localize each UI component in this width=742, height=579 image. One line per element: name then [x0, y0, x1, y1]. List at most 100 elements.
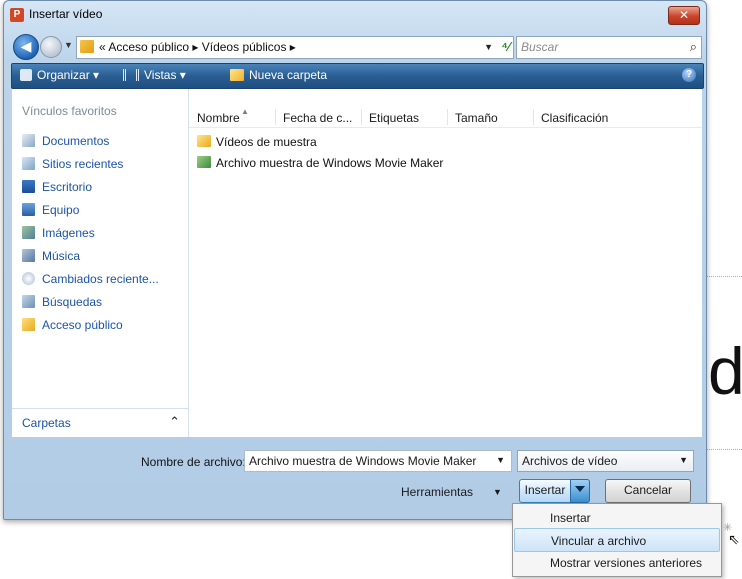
search-input[interactable]: Buscar — [521, 40, 558, 54]
column-divider[interactable] — [275, 109, 276, 125]
menu-item-label: Insertar — [550, 511, 591, 525]
title-bar: P Insertar vídeo ✕ — [4, 1, 706, 29]
back-arrow-icon: ◀ — [20, 38, 32, 54]
desktop-icon — [22, 180, 35, 193]
views-button[interactable]: Vistas ▾ — [123, 68, 186, 82]
chevron-up-icon[interactable]: ⌃ — [169, 414, 180, 430]
sidebar-item-equipo[interactable]: Equipo — [22, 203, 79, 217]
public-folder-icon — [22, 318, 35, 331]
searches-icon — [22, 295, 35, 308]
sidebar-item-cambiados-recientemente[interactable]: Cambiados reciente... — [22, 272, 159, 286]
file-name: Archivo muestra de Windows Movie Maker — [216, 156, 444, 170]
list-item[interactable]: Archivo muestra de Windows Movie Maker — [197, 156, 443, 170]
column-header-rating[interactable]: Clasificación — [541, 111, 608, 125]
slide-placeholder-border — [705, 449, 742, 450]
computer-icon — [22, 203, 35, 216]
slide-placeholder-border — [705, 276, 742, 277]
column-header-tags[interactable]: Etiquetas — [369, 111, 419, 125]
powerpoint-icon: P — [10, 8, 24, 22]
sidebar-item-musica[interactable]: Música — [22, 249, 80, 263]
help-icon[interactable]: ? — [682, 68, 696, 82]
sidebar-item-documentos[interactable]: Documentos — [22, 134, 109, 148]
filetype-value: Archivos de vídeo — [522, 454, 618, 468]
list-item[interactable]: Vídeos de muestra — [197, 135, 317, 149]
column-header-date[interactable]: Fecha de c... — [283, 111, 352, 125]
close-button[interactable]: ✕ — [668, 6, 700, 25]
sidebar-item-label: Acceso público — [42, 318, 123, 332]
new-folder-label: Nueva carpeta — [249, 68, 328, 82]
recent-places-icon — [22, 157, 35, 170]
chevron-down-icon[interactable]: ▼ — [493, 487, 502, 497]
organize-button[interactable]: Organizar ▾ — [20, 68, 99, 82]
navigation-pane: Vínculos favoritos Documentos Sitios rec… — [12, 89, 189, 437]
sidebar-item-label: Cambiados reciente... — [42, 272, 159, 286]
chevron-down-icon[interactable]: ▼ — [679, 455, 688, 465]
file-list: ▲ Nombre Fecha de c... Etiquetas Tamaño … — [189, 89, 702, 437]
slide-text: d — [708, 334, 742, 408]
column-divider[interactable] — [361, 109, 362, 125]
menu-item-insertar[interactable]: Insertar — [514, 506, 720, 528]
new-folder-button[interactable]: Nueva carpeta — [230, 68, 327, 82]
file-name: Vídeos de muestra — [216, 135, 317, 149]
folders-toggle[interactable]: Carpetas ⌃ — [12, 408, 188, 437]
documents-icon — [22, 134, 35, 147]
sidebar-item-sitios-recientes[interactable]: Sitios recientes — [22, 157, 123, 171]
sort-ascending-icon: ▲ — [241, 107, 249, 116]
music-icon — [22, 249, 35, 262]
address-history-dropdown-icon[interactable]: ▼ — [484, 42, 493, 52]
tools-button[interactable]: Herramientas — [401, 485, 473, 499]
search-icon[interactable]: ⌕ — [690, 39, 697, 55]
column-divider[interactable] — [447, 109, 448, 125]
column-header-name[interactable]: ▲ Nombre — [197, 107, 249, 125]
filename-label: Nombre de archivo: — [141, 455, 246, 469]
filename-value[interactable]: Archivo muestra de Windows Movie Maker — [249, 454, 476, 468]
sidebar-item-busquedas[interactable]: Búsquedas — [22, 295, 102, 309]
insert-video-dialog: P Insertar vídeo ✕ ◀ ▼ « Acceso público … — [3, 0, 707, 520]
sidebar-item-imagenes[interactable]: Imágenes — [22, 226, 95, 240]
movie-file-icon — [197, 156, 211, 168]
breadcrumb[interactable]: « Acceso público ▸ Vídeos públicos ▸ — [99, 40, 296, 54]
sidebar-item-label: Documentos — [42, 134, 110, 148]
column-header-label: Nombre — [197, 111, 240, 125]
menu-item-mostrar-versiones-anteriores[interactable]: Mostrar versiones anteriores — [514, 551, 720, 573]
recent-pages-dropdown-icon[interactable]: ▼ — [64, 40, 73, 50]
recently-changed-icon — [22, 272, 35, 285]
sidebar-item-label: Búsquedas — [42, 295, 103, 309]
filetype-select[interactable]: Archivos de vídeo ▼ — [517, 450, 694, 472]
sidebar-item-label: Imágenes — [42, 226, 95, 240]
column-header-size[interactable]: Tamaño — [455, 111, 498, 125]
cancel-button[interactable]: Cancelar — [605, 479, 691, 503]
menu-item-label: Mostrar versiones anteriores — [550, 556, 703, 570]
chevron-down-icon[interactable]: ▼ — [496, 455, 505, 465]
new-folder-icon — [230, 69, 244, 81]
public-folder-icon — [80, 40, 94, 53]
refresh-icon[interactable]: ⁴⁄ — [501, 39, 510, 54]
sidebar-item-label: Sitios recientes — [42, 157, 124, 171]
filename-field[interactable]: Archivo muestra de Windows Movie Maker ▼ — [244, 450, 512, 472]
address-bar[interactable]: « Acceso público ▸ Vídeos públicos ▸ ▼ ⁴… — [76, 36, 514, 59]
column-headers: ▲ Nombre Fecha de c... Etiquetas Tamaño … — [189, 107, 702, 128]
views-label: Vistas ▾ — [144, 68, 186, 82]
forward-button[interactable] — [40, 36, 62, 58]
menu-item-label: Vincular a archivo — [551, 534, 647, 548]
pictures-icon — [22, 226, 35, 239]
search-box[interactable]: Buscar ⌕ — [516, 36, 702, 59]
sidebar-item-label: Escritorio — [42, 180, 93, 194]
insert-options-menu: Insertar Vincular a archivo Mostrar vers… — [512, 503, 722, 577]
sidebar-item-label: Equipo — [42, 203, 80, 217]
folder-icon — [197, 135, 211, 147]
organize-icon — [20, 69, 32, 81]
mouse-cursor-icon: ⇖ — [728, 531, 740, 547]
menu-item-vincular-a-archivo[interactable]: Vincular a archivo — [514, 528, 720, 552]
insert-button[interactable]: Insertar — [519, 479, 571, 503]
insert-options-button[interactable] — [570, 479, 590, 503]
organize-label: Organizar ▾ — [37, 68, 100, 82]
column-divider[interactable] — [533, 109, 534, 125]
favorite-links-header: Vínculos favoritos — [22, 104, 117, 118]
back-button[interactable]: ◀ — [13, 34, 39, 60]
folders-label: Carpetas — [22, 416, 71, 430]
sidebar-item-acceso-publico[interactable]: Acceso público — [22, 318, 123, 332]
window-title: Insertar vídeo — [29, 7, 103, 21]
command-toolbar: Organizar ▾ Vistas ▾ Nueva carpeta ? — [11, 63, 704, 89]
sidebar-item-escritorio[interactable]: Escritorio — [22, 180, 92, 194]
